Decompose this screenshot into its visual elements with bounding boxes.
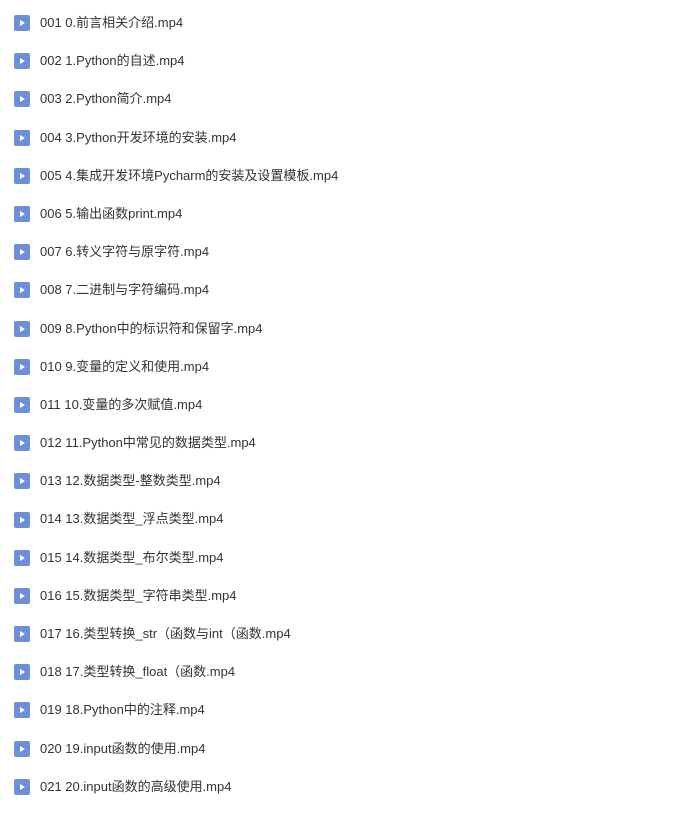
video-file-icon (14, 168, 30, 184)
file-name-label: 011 10.变量的多次赋值.mp4 (40, 396, 202, 414)
video-file-icon (14, 15, 30, 31)
video-file-icon (14, 282, 30, 298)
file-name-label: 018 17.类型转换_float（函数.mp4 (40, 663, 235, 681)
file-list: 001 0.前言相关介绍.mp4 002 1.Python的自述.mp4 003… (0, 0, 679, 810)
file-item[interactable]: 005 4.集成开发环境Pycharm的安装及设置模板.mp4 (0, 157, 679, 195)
file-item[interactable]: 020 19.input函数的使用.mp4 (0, 730, 679, 768)
file-item[interactable]: 006 5.输出函数print.mp4 (0, 195, 679, 233)
video-file-icon (14, 206, 30, 222)
file-name-label: 013 12.数据类型-整数类型.mp4 (40, 472, 221, 490)
file-item[interactable]: 001 0.前言相关介绍.mp4 (0, 4, 679, 42)
file-item[interactable]: 008 7.二进制与字符编码.mp4 (0, 271, 679, 309)
video-file-icon (14, 626, 30, 642)
video-file-icon (14, 702, 30, 718)
file-name-label: 021 20.input函数的高级使用.mp4 (40, 778, 231, 796)
file-item[interactable]: 009 8.Python中的标识符和保留字.mp4 (0, 310, 679, 348)
video-file-icon (14, 91, 30, 107)
video-file-icon (14, 779, 30, 795)
file-name-label: 017 16.类型转换_str（函数与int（函数.mp4 (40, 625, 291, 643)
video-file-icon (14, 53, 30, 69)
file-item[interactable]: 016 15.数据类型_字符串类型.mp4 (0, 577, 679, 615)
file-item[interactable]: 010 9.变量的定义和使用.mp4 (0, 348, 679, 386)
file-item[interactable]: 004 3.Python开发环境的安装.mp4 (0, 119, 679, 157)
video-file-icon (14, 664, 30, 680)
video-file-icon (14, 130, 30, 146)
file-item[interactable]: 003 2.Python简介.mp4 (0, 80, 679, 118)
file-name-label: 008 7.二进制与字符编码.mp4 (40, 281, 209, 299)
file-name-label: 002 1.Python的自述.mp4 (40, 52, 185, 70)
video-file-icon (14, 473, 30, 489)
file-name-label: 007 6.转义字符与原字符.mp4 (40, 243, 209, 261)
video-file-icon (14, 359, 30, 375)
file-name-label: 005 4.集成开发环境Pycharm的安装及设置模板.mp4 (40, 167, 338, 185)
video-file-icon (14, 512, 30, 528)
file-item[interactable]: 002 1.Python的自述.mp4 (0, 42, 679, 80)
file-item[interactable]: 017 16.类型转换_str（函数与int（函数.mp4 (0, 615, 679, 653)
file-item[interactable]: 007 6.转义字符与原字符.mp4 (0, 233, 679, 271)
video-file-icon (14, 550, 30, 566)
video-file-icon (14, 321, 30, 337)
file-name-label: 010 9.变量的定义和使用.mp4 (40, 358, 209, 376)
file-name-label: 016 15.数据类型_字符串类型.mp4 (40, 587, 237, 605)
video-file-icon (14, 397, 30, 413)
video-file-icon (14, 435, 30, 451)
file-item[interactable]: 019 18.Python中的注释.mp4 (0, 691, 679, 729)
file-name-label: 019 18.Python中的注释.mp4 (40, 701, 205, 719)
file-name-label: 009 8.Python中的标识符和保留字.mp4 (40, 320, 263, 338)
file-name-label: 006 5.输出函数print.mp4 (40, 205, 182, 223)
file-name-label: 004 3.Python开发环境的安装.mp4 (40, 129, 237, 147)
file-item[interactable]: 013 12.数据类型-整数类型.mp4 (0, 462, 679, 500)
file-name-label: 012 11.Python中常见的数据类型.mp4 (40, 434, 256, 452)
file-name-label: 015 14.数据类型_布尔类型.mp4 (40, 549, 224, 567)
file-item[interactable]: 011 10.变量的多次赋值.mp4 (0, 386, 679, 424)
video-file-icon (14, 588, 30, 604)
file-item[interactable]: 015 14.数据类型_布尔类型.mp4 (0, 539, 679, 577)
file-item[interactable]: 021 20.input函数的高级使用.mp4 (0, 768, 679, 806)
file-name-label: 020 19.input函数的使用.mp4 (40, 740, 205, 758)
file-name-label: 001 0.前言相关介绍.mp4 (40, 14, 183, 32)
file-item[interactable]: 014 13.数据类型_浮点类型.mp4 (0, 500, 679, 538)
file-name-label: 014 13.数据类型_浮点类型.mp4 (40, 510, 224, 528)
video-file-icon (14, 741, 30, 757)
file-item[interactable]: 018 17.类型转换_float（函数.mp4 (0, 653, 679, 691)
file-item[interactable]: 012 11.Python中常见的数据类型.mp4 (0, 424, 679, 462)
file-name-label: 003 2.Python简介.mp4 (40, 90, 172, 108)
video-file-icon (14, 244, 30, 260)
